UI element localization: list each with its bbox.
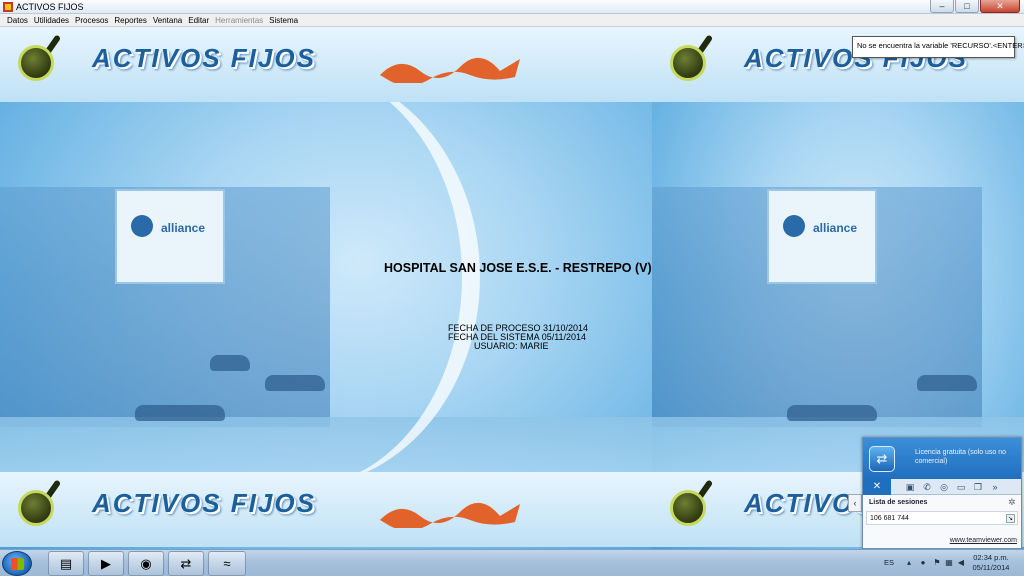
app-icon	[3, 2, 13, 12]
car-image	[917, 375, 977, 391]
menu-reportes[interactable]: Reportes	[111, 14, 149, 26]
error-message[interactable]: No se encuentra la variable 'RECURSO'.<E…	[852, 36, 1024, 58]
session-connect-icon[interactable]: ↘	[1006, 514, 1015, 523]
teamviewer-header: ⇄ Licencia gratuita (solo uso no comerci…	[863, 438, 1021, 479]
teamviewer-collapse-button[interactable]: ‹	[848, 494, 862, 512]
bottom-banner: ACTIVOS FIJOS	[0, 472, 652, 547]
teamviewer-link[interactable]: www.teamviewer.com	[950, 537, 1017, 544]
teamviewer-panel: ⇄ Licencia gratuita (solo uso no comerci…	[862, 437, 1022, 549]
menu-ventana[interactable]: Ventana	[150, 14, 185, 26]
brand-title: ACTIVOS FIJOS	[92, 488, 316, 518]
top-banner: ACTIVOS FIJOS	[0, 27, 652, 102]
hospital-name: HOSPITAL SAN JOSE E.S.E. - RESTREPO (V)	[384, 261, 652, 275]
menu-sistema[interactable]: Sistema	[266, 14, 301, 26]
activos-fijos-taskbar-icon[interactable]: ≈	[208, 551, 246, 576]
teamviewer-logo-icon: ⇄	[869, 446, 895, 472]
teamviewer-close-button[interactable]: ✕	[863, 479, 891, 495]
logo-ball-icon	[670, 490, 706, 526]
alliance-sign: alliance	[115, 189, 225, 284]
logo-ball-icon	[18, 490, 54, 526]
more-icon[interactable]: »	[990, 482, 1000, 492]
taskbar: ▤ ▶ ◉ ⇄ ≈ ES ▴ ● ⚑ ▦ ◀ 02:34 p.m. 05/11/…	[0, 549, 1024, 576]
menu-bar: Datos Utilidades Procesos Reportes Venta…	[0, 14, 1024, 27]
explorer-icon[interactable]: ▤	[48, 551, 84, 576]
start-button[interactable]	[2, 551, 32, 576]
car-image	[210, 355, 250, 371]
wave-logo-icon	[380, 58, 520, 83]
show-hidden-icons-icon[interactable]: ▴	[904, 558, 914, 568]
teamviewer-taskbar-icon[interactable]: ⇄	[168, 551, 204, 576]
files-icon[interactable]: ❐	[973, 482, 983, 492]
brand-title: ACTIVOS FIJOS	[92, 43, 316, 73]
alliance-sign: alliance	[767, 189, 877, 284]
windows-logo-icon	[11, 558, 24, 570]
flag-tray-icon[interactable]: ⚑	[932, 558, 942, 568]
teamviewer-toolbar: ✕ ▣ ✆ ◎ ▭ ❐ »	[863, 479, 1021, 495]
menu-herramientas: Herramientas	[215, 16, 264, 25]
menu-procesos[interactable]: Procesos	[72, 14, 111, 26]
menu-utilidades[interactable]: Utilidades	[31, 14, 72, 26]
volume-icon[interactable]: ◀	[956, 558, 966, 568]
media-player-icon[interactable]: ▶	[88, 551, 124, 576]
session-row[interactable]: 106 681 744 ↘	[866, 511, 1018, 525]
gear-icon[interactable]: ✲	[1008, 497, 1016, 508]
menu-datos[interactable]: Datos	[4, 14, 31, 26]
video-icon[interactable]: ▣	[905, 482, 915, 492]
car-image	[787, 405, 877, 421]
alliance-logo-icon	[131, 215, 153, 237]
clock[interactable]: 02:34 p.m. 05/11/2014	[966, 553, 1016, 573]
close-button[interactable]: ✕	[980, 0, 1020, 13]
license-text: Licencia gratuita (solo uso no comercial…	[915, 449, 1007, 465]
title-bar: ACTIVOS FIJOS – □ ✕	[0, 0, 1024, 14]
teamviewer-tray-icon[interactable]: ●	[918, 558, 928, 568]
window-controls: – □ ✕	[930, 0, 1020, 14]
background-tile: alliance ACTIVOS FIJOS ACTIVOS FIJOS	[0, 27, 652, 549]
error-message-text: No se encuentra la variable 'RECURSO'.<E…	[857, 41, 1024, 50]
clock-time: 02:34 p.m.	[973, 553, 1009, 562]
minimize-button[interactable]: –	[930, 0, 954, 13]
chrome-icon[interactable]: ◉	[128, 551, 164, 576]
session-list-title[interactable]: Lista de sesiones	[869, 499, 927, 506]
chat-icon[interactable]: ▭	[956, 482, 966, 492]
menu-editar[interactable]: Editar	[185, 14, 212, 26]
alliance-sign-text: alliance	[813, 221, 858, 235]
wave-logo-icon	[380, 503, 520, 528]
alliance-logo-icon	[783, 215, 805, 237]
activos-fijos-window: ACTIVOS FIJOS – □ ✕ Datos Utilidades Pro…	[0, 0, 1024, 576]
clock-date: 05/11/2014	[972, 563, 1010, 572]
headset-icon[interactable]: ◎	[939, 482, 949, 492]
network-icon[interactable]: ▦	[944, 558, 954, 568]
maximize-button[interactable]: □	[955, 0, 979, 13]
car-image	[135, 405, 225, 421]
user-label: USUARIO: MARIE	[474, 341, 549, 351]
session-id: 106 681 744	[870, 515, 909, 522]
alliance-sign-text: alliance	[161, 221, 206, 235]
window-title: ACTIVOS FIJOS	[16, 2, 84, 12]
phone-icon[interactable]: ✆	[922, 482, 932, 492]
logo-ball-icon	[670, 45, 706, 81]
language-indicator[interactable]: ES	[884, 558, 894, 567]
system-tray: ES ▴ ● ⚑ ▦ ◀ 02:34 p.m. 05/11/2014	[878, 550, 1024, 576]
logo-ball-icon	[18, 45, 54, 81]
